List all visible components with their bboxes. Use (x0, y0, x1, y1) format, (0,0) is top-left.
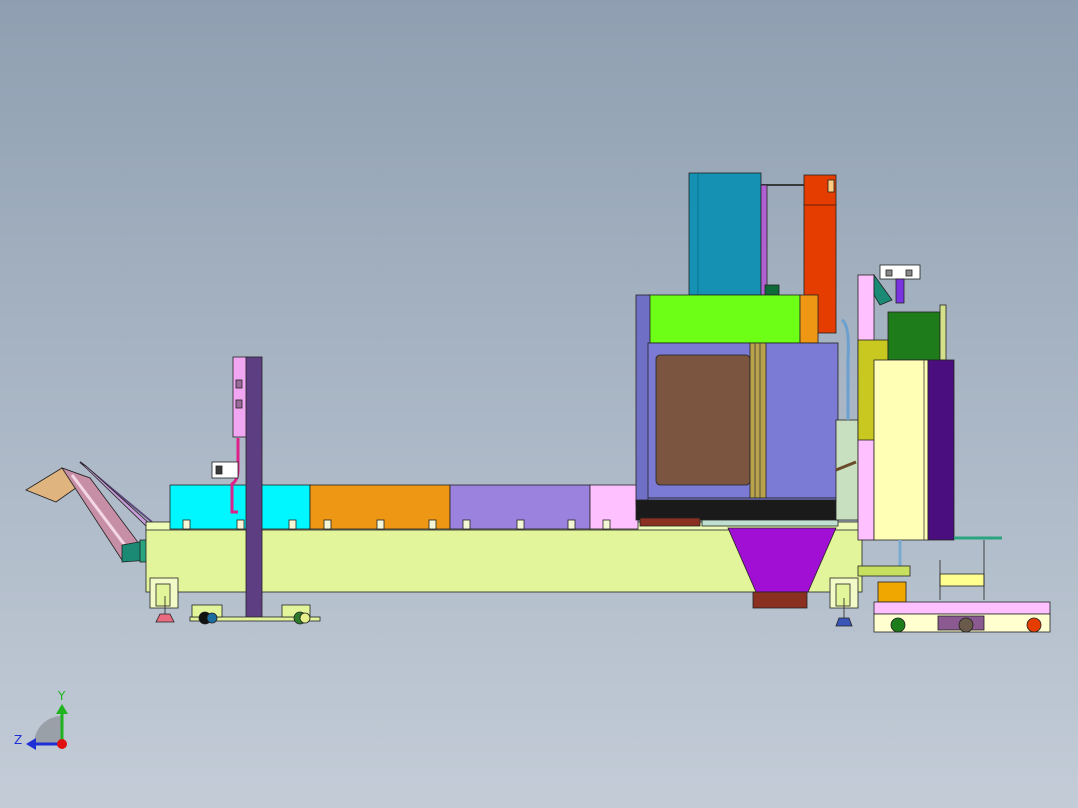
discharge-chute (25, 461, 153, 563)
machine-column (635, 172, 859, 527)
z-axis-arrow (26, 738, 36, 750)
z-axis-label: Z (14, 733, 22, 747)
y-axis-arrow (56, 704, 68, 714)
origin-point (57, 739, 67, 749)
coordinate-triad: Y Z (14, 689, 68, 750)
y-axis-label: Y (57, 689, 66, 703)
electrical-cabinet (840, 264, 1002, 600)
machine-assembly-drawing: Y Z (14, 172, 1051, 750)
cad-viewport[interactable]: Y Z (0, 0, 1078, 808)
